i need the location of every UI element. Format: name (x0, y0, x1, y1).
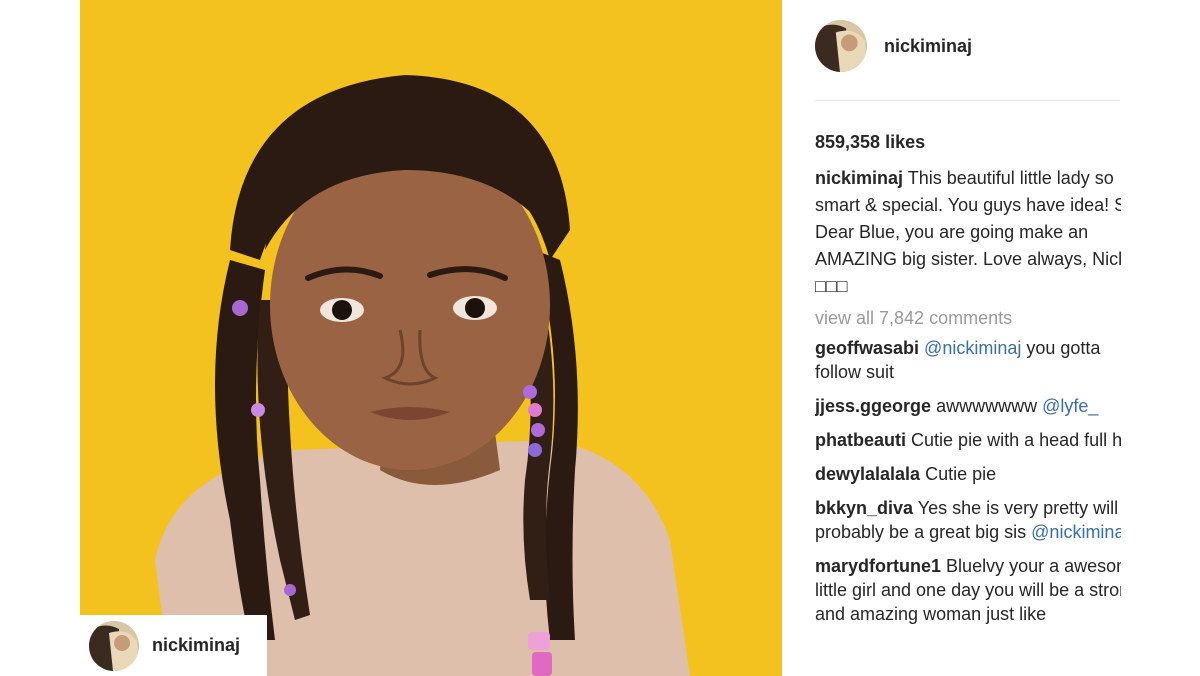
avatar[interactable] (89, 620, 139, 671)
post-username[interactable]: nickiminaj (884, 36, 972, 57)
child-portrait-image (155, 75, 690, 676)
comment-item: bkkyn_diva Yes she is very pretty will p… (815, 496, 1121, 544)
comment-username[interactable]: geoffwasabi (815, 338, 919, 358)
likes-count[interactable]: 859,358 likes (815, 125, 1121, 159)
comment-text: Cutie pie (925, 464, 997, 484)
comment-text: Cutie pie with a head full hair (911, 430, 1121, 450)
divider (815, 100, 1120, 101)
comment-item: geoffwasabi @nickiminaj you gotta follow… (815, 336, 1121, 384)
comment-item: jjess.ggeorge awwwwwww @lyfe_ (815, 394, 1121, 418)
comment-item: phatbeauti Cutie pie with a head full ha… (815, 428, 1121, 452)
comment-username[interactable]: jjess.ggeorge (815, 396, 931, 416)
post-side-panel: nickiminaj 859,358 likes nickiminaj This… (782, 0, 1200, 676)
comment-item: dewylalalala Cutie pie (815, 462, 1121, 486)
post-caption: nickiminaj This beautiful little lady so… (815, 165, 1121, 300)
comment-mention[interactable]: @nickiminaj (1031, 522, 1121, 542)
post-details: 859,358 likes nickiminaj This beautiful … (815, 125, 1121, 676)
comment-username[interactable]: marydfortune1 (815, 556, 941, 576)
avatar-image-icon (89, 620, 139, 671)
comment-username[interactable]: bkkyn_diva (815, 498, 913, 518)
caption-username[interactable]: nickiminaj (815, 168, 903, 188)
post-photo[interactable]: nickiminaj (80, 0, 782, 676)
avatar-image-icon (815, 20, 867, 72)
post-header: nickiminaj (815, 20, 972, 72)
avatar[interactable] (815, 20, 867, 72)
comment-mention[interactable]: @lyfe_ (1042, 396, 1098, 416)
photo-tag-username[interactable]: nickiminaj (152, 635, 240, 656)
comment-username[interactable]: phatbeauti (815, 430, 906, 450)
comment-text: awwwwwww (936, 396, 1043, 416)
view-all-comments-link[interactable]: view all 7,842 comments (815, 306, 1121, 330)
comment-item: marydfortune1 Bluelvy your a awesome lit… (815, 554, 1121, 626)
comment-username[interactable]: dewylalalala (815, 464, 920, 484)
photo-user-tag[interactable]: nickiminaj (80, 615, 267, 676)
comment-mention[interactable]: @nickiminaj (924, 338, 1021, 358)
